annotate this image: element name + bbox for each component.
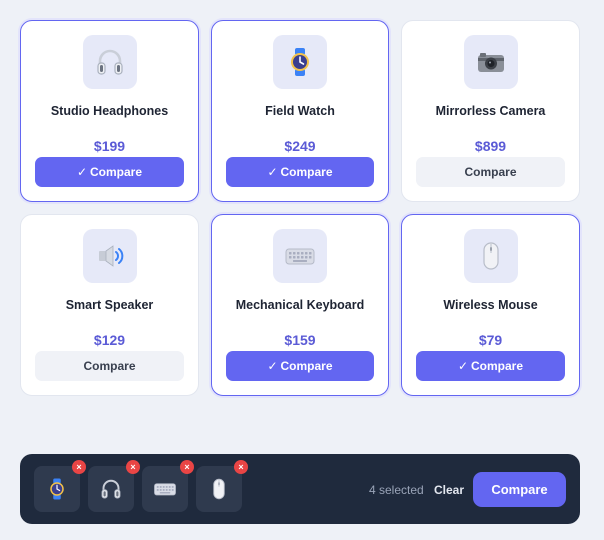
remove-icon[interactable]: × [126,460,140,474]
clear-button[interactable]: Clear [434,483,464,497]
product-name: Wireless Mouse [443,298,538,312]
compare-button-label: Compare [90,165,143,179]
compare-button-label: Compare [280,359,333,373]
keyboard-icon [284,240,316,272]
product-card-mirrorless-camera: Mirrorless Camera $899 Compare [401,20,580,202]
product-card-mechanical-keyboard: Mechanical Keyboard $159 ✓ Compare [211,214,389,396]
compare-toggle-button[interactable]: ✓ Compare [226,157,374,187]
compare-button-label: Compare [471,359,524,373]
product-thumbnail [82,229,137,283]
product-thumbnail [273,35,327,89]
selected-count: 4 selected [369,483,424,497]
product-price: $129 [93,332,126,348]
remove-icon[interactable]: × [72,460,86,474]
product-card-studio-headphones: Studio Headphones $199 ✓ Compare [20,20,199,202]
product-name: Studio Headphones [50,104,169,118]
compare-toggle-button[interactable]: Compare [416,157,565,187]
product-price: $199 [93,138,126,154]
compare-button[interactable]: Compare [473,472,566,507]
watch-icon [284,46,316,78]
remove-icon[interactable]: × [234,460,248,474]
compare-tray: × × × × 4 selected Clear Compare [20,454,580,524]
tray-slot-watch[interactable]: × [34,460,86,512]
tray-slot-headphones[interactable]: × [88,460,140,512]
product-name: Mechanical Keyboard [235,298,365,312]
product-name: Mirrorless Camera [435,104,546,118]
mouse-icon [207,477,231,501]
product-name: Smart Speaker [65,298,154,312]
product-card-smart-speaker: Smart Speaker $129 Compare [20,214,199,396]
compare-toggle-button[interactable]: ✓ Compare [35,157,184,187]
compare-button-label: Compare [280,165,333,179]
checkmark-icon: ✓ [267,359,278,373]
product-thumbnail [463,35,518,89]
tray-slot-mouse[interactable]: × [196,460,248,512]
checkmark-icon: ✓ [267,165,278,179]
compare-button-label: Compare [83,359,136,373]
product-price: $159 [284,332,316,348]
product-thumbnail [82,35,137,89]
headphones-icon [94,46,126,78]
product-name: Field Watch [265,104,335,118]
keyboard-icon [153,477,177,501]
mouse-icon [475,240,507,272]
product-thumbnail [463,229,518,283]
product-card-wireless-mouse: Wireless Mouse $79 ✓ Compare [401,214,580,396]
tray-slot-keyboard[interactable]: × [142,460,194,512]
headphones-icon [99,477,123,501]
product-price: $249 [284,138,316,154]
remove-icon[interactable]: × [180,460,194,474]
compare-toggle-button[interactable]: ✓ Compare [226,351,374,381]
product-thumbnail [273,229,327,283]
checkmark-icon: ✓ [76,165,88,179]
compare-toggle-button[interactable]: Compare [35,351,184,381]
product-price: $899 [474,138,507,154]
checkmark-icon: ✓ [457,359,469,373]
compare-toggle-button[interactable]: ✓ Compare [416,351,565,381]
product-card-field-watch: Field Watch $249 ✓ Compare [211,20,389,202]
product-grid: Studio Headphones $199 ✓ Compare Field W… [20,20,580,396]
speaker-icon [94,240,126,272]
watch-icon [45,477,69,501]
compare-button-label: Compare [464,165,517,179]
product-price: $79 [478,332,503,348]
camera-icon [475,46,507,78]
